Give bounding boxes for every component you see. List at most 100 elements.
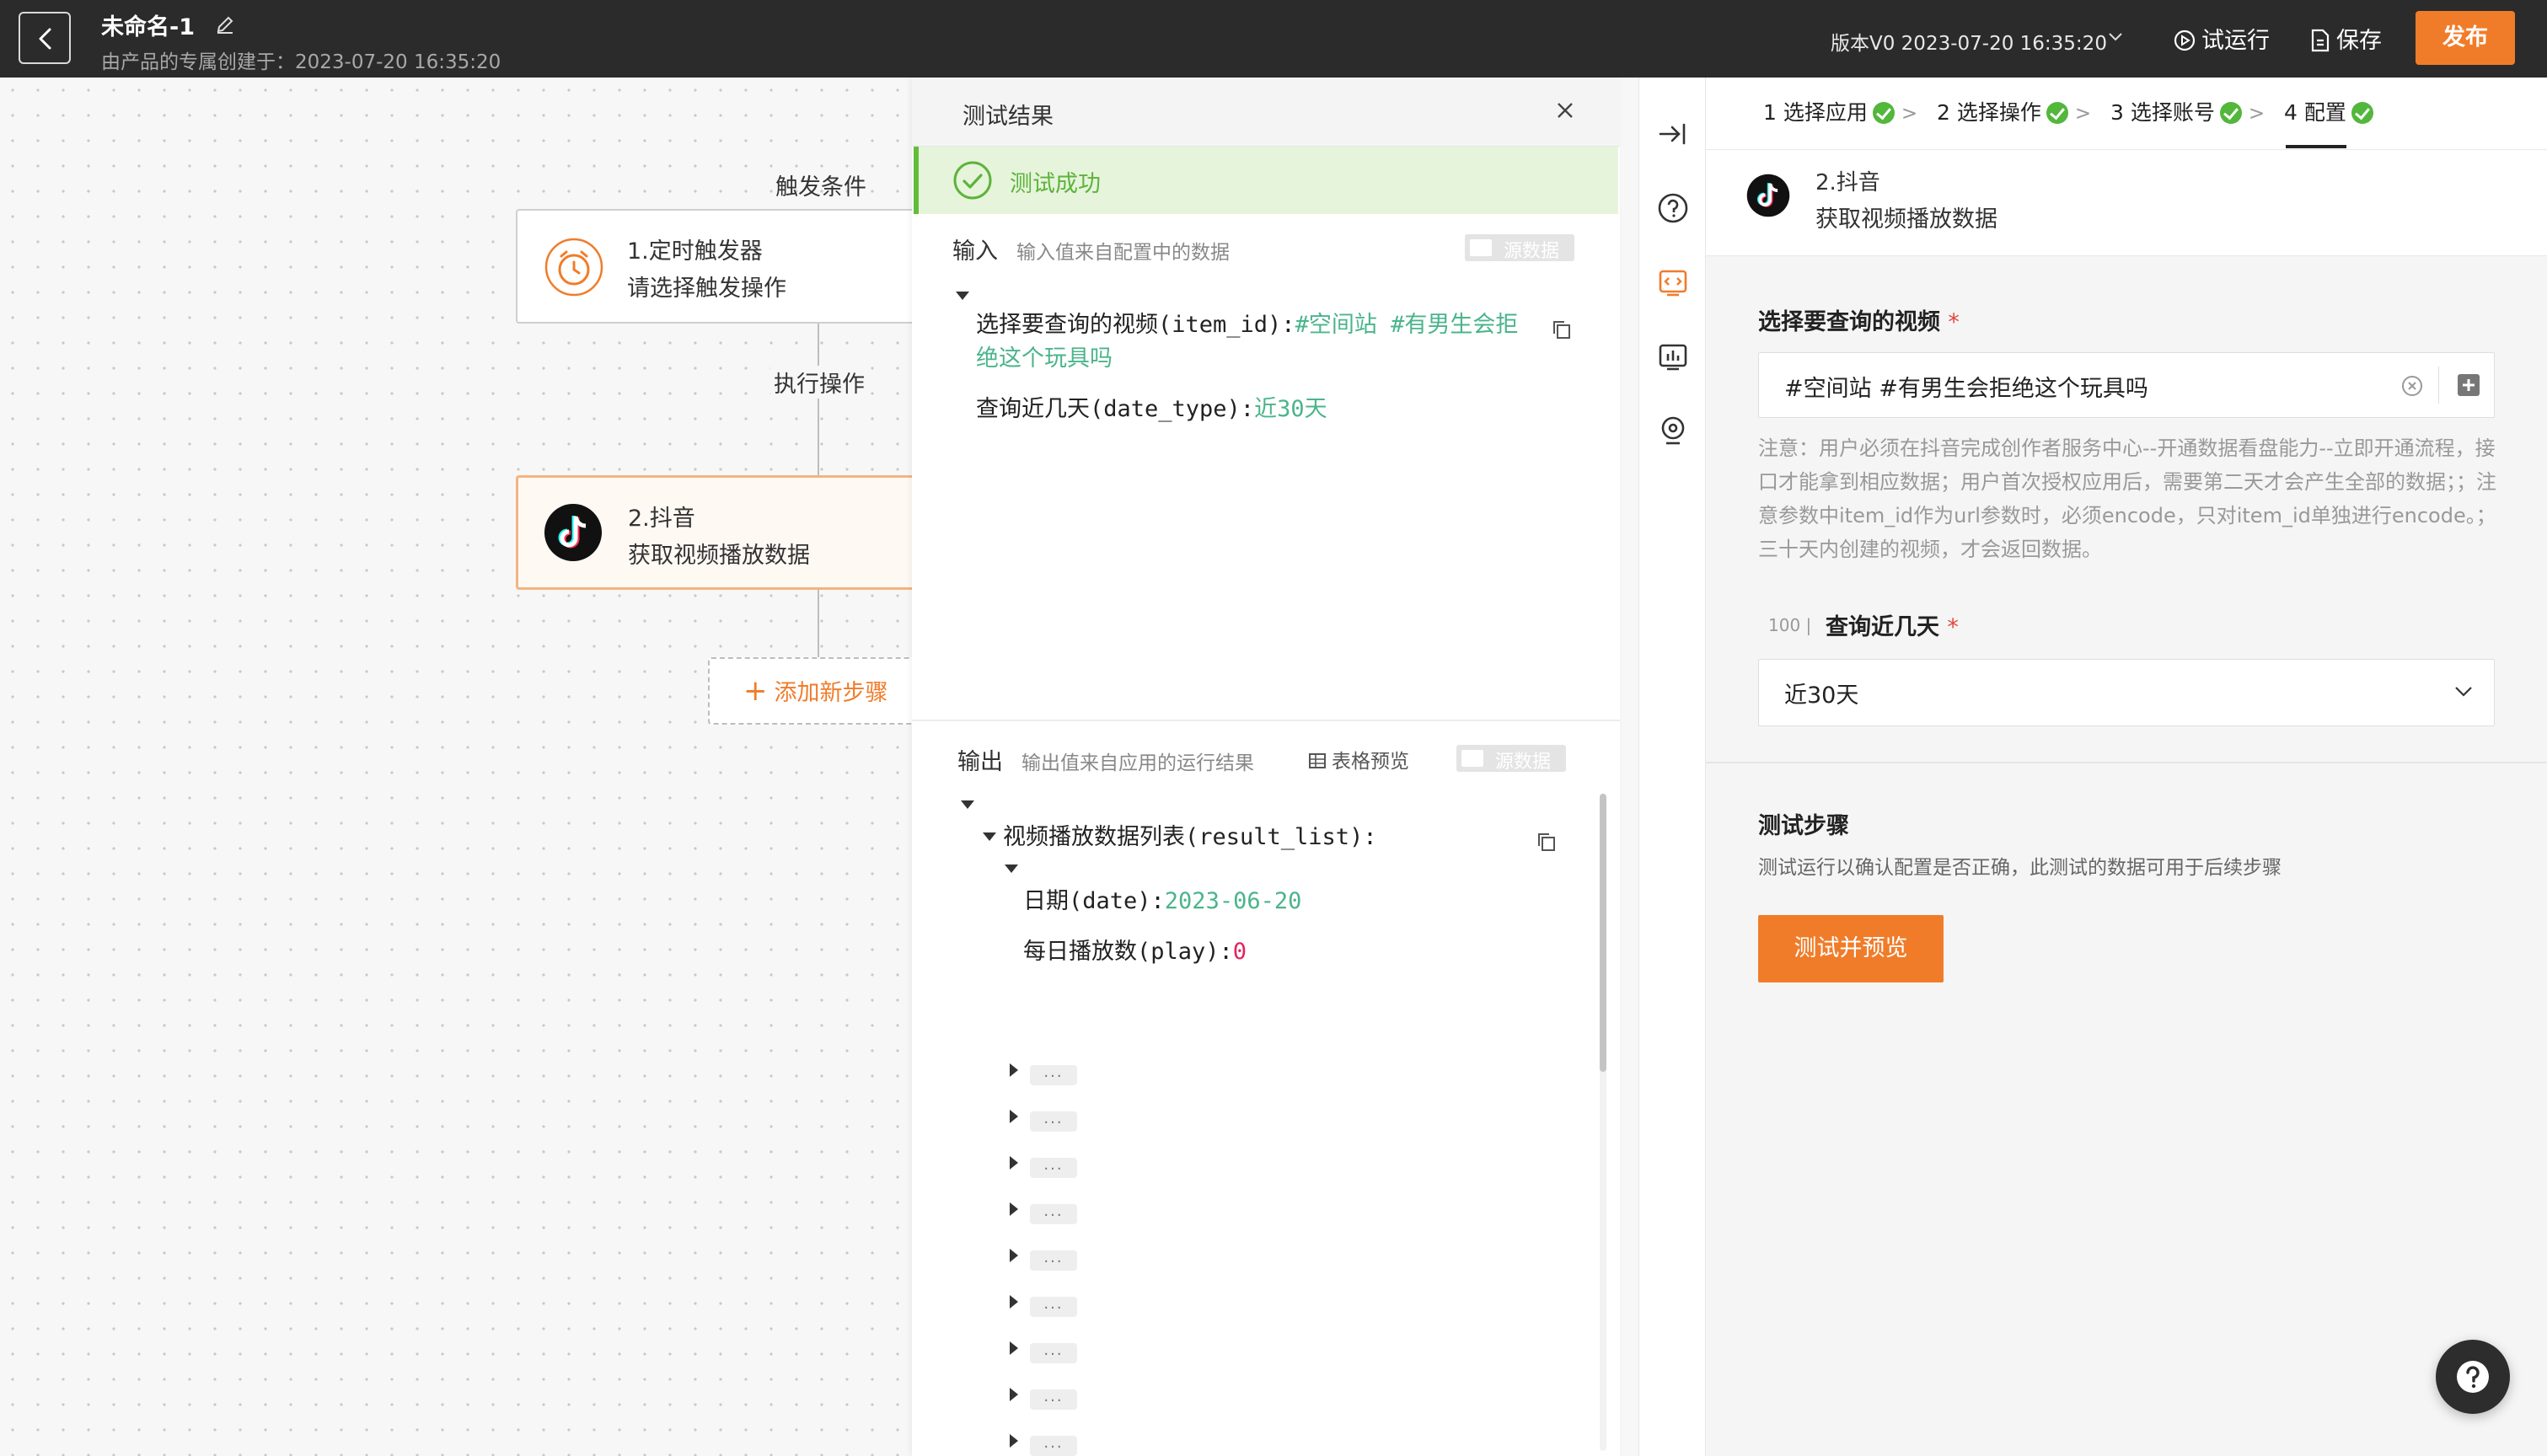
days-select-value: 近30天 (1784, 682, 1859, 709)
video-field-label: 选择要查询的视频 * (1758, 303, 1960, 336)
top-bar: 未命名-1 由产品的专属创建于：2023-07-20 16:35:20 版本V0… (0, 0, 2547, 78)
copy-icon[interactable] (1536, 831, 1558, 853)
plus-square-icon[interactable] (2455, 372, 2482, 399)
save-button[interactable]: 保存 (2309, 22, 2382, 55)
check-circle-icon (953, 161, 992, 200)
collapse-list-toggle[interactable] (983, 832, 996, 841)
section-divider (1706, 762, 2547, 763)
output-item-play: 每日播放数(play):0 (1023, 935, 1247, 969)
test-and-preview-button[interactable]: 测试并预览 (1758, 915, 1944, 982)
publish-button[interactable]: 发布 (2416, 11, 2515, 65)
douyin-logo-icon (1746, 174, 1790, 217)
step-configure[interactable]: 4 配置 (2284, 96, 2373, 126)
trigger-condition-label: 触发条件 (775, 174, 866, 201)
alarm-clock-icon (544, 238, 603, 297)
collapse-output-toggle[interactable] (961, 800, 974, 809)
test-run-button[interactable]: 试运行 (2173, 22, 2270, 55)
flow-canvas[interactable]: 触发条件 1.定时触发器 请选择触发操作 执行操作 2.抖音 获取视频播放数据 … (0, 78, 912, 1456)
add-step-button[interactable]: + 添加新步骤 (708, 657, 912, 725)
step-label: 1 选择应用 (1763, 100, 1868, 125)
clear-circle-icon[interactable] (2400, 373, 2425, 399)
save-label: 保存 (2336, 28, 2382, 54)
code-config-icon[interactable] (1655, 265, 1691, 300)
step-select-action[interactable]: 2 选择操作 > (1937, 96, 2091, 126)
expand-item-toggle[interactable] (1010, 1434, 1018, 1448)
success-banner: 测试成功 (914, 147, 1618, 214)
table-preview-button[interactable]: 表格预览 (1308, 745, 1409, 774)
version-selector[interactable]: 版本V0 2023-07-20 16:35:20 (1831, 27, 2107, 56)
chevron-right-icon: > (2074, 103, 2092, 125)
video-input[interactable]: #空间站 #有男生会拒绝这个玩具吗 (1758, 352, 2495, 418)
douyin-logo-icon (544, 504, 602, 561)
check-icon (2219, 102, 2242, 124)
output-scrollbar[interactable] (1600, 794, 1606, 1451)
scrollbar-thumb[interactable] (1600, 794, 1606, 1072)
execute-action-label: 执行操作 (770, 366, 868, 399)
collapsed-item-placeholder[interactable]: ... (1030, 1250, 1077, 1271)
play-circle-icon (2174, 29, 2196, 51)
input-raw-data-toggle[interactable]: 源数据 (1465, 234, 1574, 262)
days-select[interactable]: 近30天 (1758, 659, 2495, 726)
expand-item-toggle[interactable] (1010, 1110, 1018, 1123)
collapsed-item-placeholder[interactable]: ... (1030, 1111, 1077, 1132)
input-value: 近30天 (1254, 396, 1327, 422)
collapsed-item-placeholder[interactable]: ... (1030, 1343, 1077, 1363)
expand-item-toggle[interactable] (1010, 1063, 1018, 1077)
video-input-value: #空间站 #有男生会拒绝这个玩具吗 (1784, 376, 2148, 402)
expand-item-toggle[interactable] (1010, 1249, 1018, 1262)
copy-icon[interactable] (1551, 318, 1573, 340)
required-mark: * (1947, 614, 1959, 640)
collapsed-item-placeholder[interactable]: ... (1030, 1389, 1077, 1410)
check-icon (2046, 102, 2068, 124)
collapsed-item-placeholder[interactable]: ... (1030, 1204, 1077, 1224)
input-item-video: 选择要查询的视频(item_id):#空间站 #有男生会拒 绝这个玩具吗 (976, 308, 1518, 376)
expand-item-toggle[interactable] (1010, 1341, 1018, 1355)
collapsed-item-placeholder[interactable]: ... (1030, 1158, 1077, 1178)
collapse-right-icon[interactable] (1655, 116, 1691, 152)
step-select-app[interactable]: 1 选择应用 > (1763, 96, 1917, 126)
collapsed-item-placeholder[interactable]: ... (1030, 1436, 1077, 1456)
collapsed-item-placeholder[interactable]: ... (1030, 1065, 1077, 1085)
chevron-right-icon: > (2248, 103, 2265, 125)
active-step-indicator (2286, 145, 2346, 148)
collapse-input-toggle[interactable] (956, 292, 969, 300)
video-label-text: 选择要查询的视频 (1758, 309, 1940, 335)
connector-line (818, 324, 819, 475)
monitor-chart-icon[interactable] (1655, 339, 1691, 374)
expand-item-toggle[interactable] (1010, 1295, 1018, 1309)
chevron-down-icon[interactable] (2107, 30, 2124, 44)
input-item-days: 查询近几天(date_type):近30天 (976, 393, 1327, 426)
expand-item-toggle[interactable] (1010, 1202, 1018, 1216)
output-section-title: 输出 (957, 749, 1003, 775)
step-label: 2 选择操作 (1937, 100, 2041, 125)
trigger-node[interactable]: 1.定时触发器 请选择触发操作 (516, 209, 912, 324)
number-type-badge: 100 | (1768, 615, 1812, 635)
douyin-node[interactable]: 2.抖音 获取视频播放数据 (516, 475, 912, 590)
days-label-text: 查询近几天 (1826, 614, 1939, 640)
output-raw-data-toggle[interactable]: 源数据 (1456, 745, 1566, 773)
output-section-hint: 输出值来自应用的运行结果 (1021, 752, 1254, 774)
input-key: 查询近几天(date_type): (976, 396, 1255, 422)
output-value: 2023-06-20 (1164, 888, 1302, 914)
days-field-label: 查询近几天 * (1826, 608, 1959, 641)
document-save-icon (2311, 29, 2330, 52)
step-label: 4 配置 (2284, 100, 2346, 125)
steps-bar: 1 选择应用 > 2 选择操作 > 3 选择账号 > 4 配置 (1706, 78, 2547, 150)
collapse-item-toggle[interactable] (1005, 864, 1018, 873)
expand-item-toggle[interactable] (1010, 1388, 1018, 1401)
close-icon[interactable] (1554, 99, 1576, 121)
step-select-account[interactable]: 3 选择账号 > (2110, 96, 2265, 126)
collapsed-item-placeholder[interactable]: ... (1030, 1297, 1077, 1317)
trigger-node-title: 1.定时触发器 (627, 238, 763, 265)
field-note: 注意：用户必须在抖音完成创作者服务中心--开通数据看盘能力--立即开通流程，接口… (1758, 436, 2496, 561)
table-preview-label: 表格预览 (1332, 751, 1409, 773)
back-button[interactable] (19, 12, 71, 64)
add-step-label: 添加新步骤 (774, 680, 888, 706)
help-circle-icon[interactable] (1655, 190, 1691, 226)
help-float-button[interactable] (2436, 1340, 2510, 1414)
edit-pencil-icon[interactable] (214, 13, 236, 35)
result-title: 测试结果 (962, 104, 1054, 130)
input-key: 选择要查询的视频(item_id): (976, 312, 1295, 338)
expand-item-toggle[interactable] (1010, 1156, 1018, 1170)
location-pin-icon[interactable] (1655, 413, 1691, 448)
